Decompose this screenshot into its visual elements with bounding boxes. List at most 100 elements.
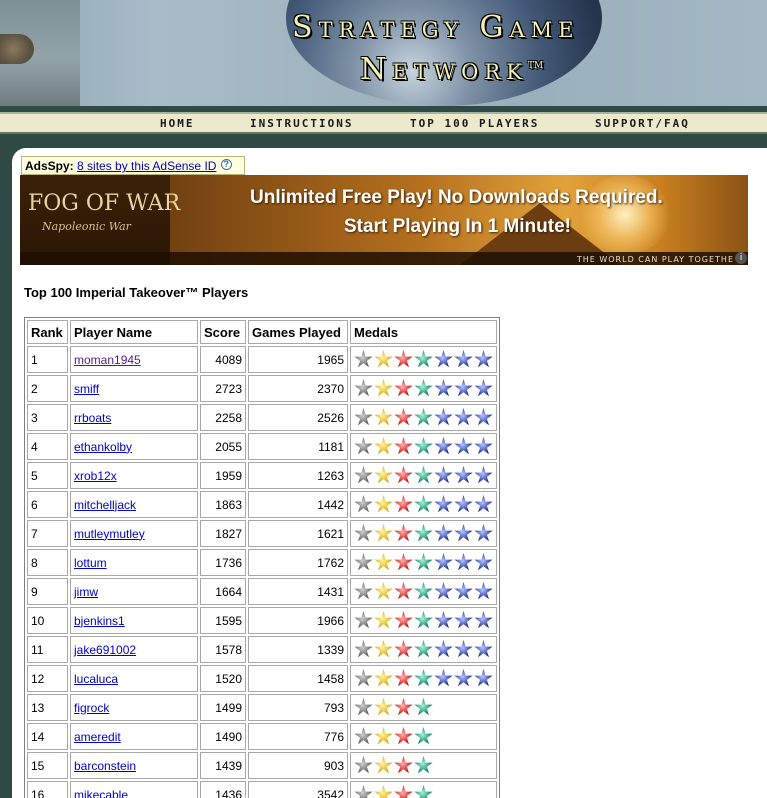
rank-cell: 6 xyxy=(27,491,68,518)
table-row: 2 smiff 2723 2370 xyxy=(27,375,497,402)
green-star-medal-icon xyxy=(414,408,433,426)
blue-star-medal-icon xyxy=(454,669,473,687)
blue-star-medal-icon xyxy=(454,437,473,455)
red-star-medal-icon xyxy=(394,350,413,368)
player-name-cell: rrboats xyxy=(70,404,198,431)
rank-cell: 16 xyxy=(27,781,68,798)
player-link[interactable]: mutleymutley xyxy=(74,527,145,541)
table-row: 16 mikecable 1436 3542 xyxy=(27,781,497,798)
games-played-cell: 1762 xyxy=(248,549,348,576)
blue-star-medal-icon xyxy=(434,669,453,687)
gray-star-medal-icon xyxy=(354,611,373,629)
score-cell: 1595 xyxy=(200,607,246,634)
games-played-cell: 1181 xyxy=(248,433,348,460)
blue-star-medal-icon xyxy=(474,379,493,397)
table-row: 1 moman1945 4089 1965 xyxy=(27,346,497,373)
player-link[interactable]: jake691002 xyxy=(74,643,136,657)
medals-cell xyxy=(350,636,497,663)
table-row: 7 mutleymutley 1827 1621 xyxy=(27,520,497,547)
gold-star-medal-icon xyxy=(374,698,393,716)
gold-star-medal-icon xyxy=(374,495,393,513)
games-played-cell: 776 xyxy=(248,723,348,750)
blue-star-medal-icon xyxy=(474,582,493,600)
games-played-cell: 1965 xyxy=(248,346,348,373)
blue-star-medal-icon xyxy=(434,466,453,484)
gray-star-medal-icon xyxy=(354,727,373,745)
player-link[interactable]: lucaluca xyxy=(74,672,118,686)
blue-star-medal-icon xyxy=(454,350,473,368)
green-star-medal-icon xyxy=(414,495,433,513)
player-link[interactable]: moman1945 xyxy=(74,353,141,367)
medal-list xyxy=(354,495,493,514)
banner-subheadline: Start Playing In 1 Minute! xyxy=(344,216,571,237)
medals-cell xyxy=(350,549,497,576)
player-name-cell: mitchelljack xyxy=(70,491,198,518)
rank-cell: 9 xyxy=(27,578,68,605)
green-star-medal-icon xyxy=(414,756,433,774)
table-row: 9 jimw 1664 1431 xyxy=(27,578,497,605)
site-title-line2: NetworkTM xyxy=(360,52,544,87)
green-star-medal-icon xyxy=(414,785,433,798)
score-cell: 1736 xyxy=(200,549,246,576)
blue-star-medal-icon xyxy=(474,524,493,542)
player-name-cell: jimw xyxy=(70,578,198,605)
gray-star-medal-icon xyxy=(354,756,373,774)
blue-star-medal-icon xyxy=(474,408,493,426)
player-link[interactable]: rrboats xyxy=(74,411,111,425)
rank-cell: 5 xyxy=(27,462,68,489)
blue-star-medal-icon xyxy=(474,553,493,571)
medal-list xyxy=(354,640,493,659)
green-star-medal-icon xyxy=(414,379,433,397)
rank-cell: 7 xyxy=(27,520,68,547)
adsspy-link[interactable]: 8 sites by this AdSense ID xyxy=(77,159,216,173)
gray-star-medal-icon xyxy=(354,495,373,513)
nav-support-faq[interactable]: Support/FAQ xyxy=(595,117,690,130)
blue-star-medal-icon xyxy=(434,524,453,542)
green-star-medal-icon xyxy=(414,611,433,629)
player-link[interactable]: lottum xyxy=(74,556,107,570)
info-icon[interactable]: i xyxy=(735,252,747,264)
games-played-cell: 1431 xyxy=(248,578,348,605)
nav-instructions[interactable]: Instructions xyxy=(250,117,353,130)
medals-cell xyxy=(350,781,497,798)
player-link[interactable]: figrock xyxy=(74,701,109,715)
blue-star-medal-icon xyxy=(454,582,473,600)
gray-star-medal-icon xyxy=(354,437,373,455)
medals-cell xyxy=(350,665,497,692)
blue-star-medal-icon xyxy=(474,437,493,455)
medals-cell xyxy=(350,752,497,779)
rank-cell: 12 xyxy=(27,665,68,692)
help-icon[interactable]: ? xyxy=(220,159,232,170)
rank-cell: 4 xyxy=(27,433,68,460)
player-link[interactable]: bjenkins1 xyxy=(74,614,125,628)
player-link[interactable]: ameredit xyxy=(74,730,121,744)
score-cell: 1959 xyxy=(200,462,246,489)
medals-cell xyxy=(350,694,497,721)
games-played-cell: 1966 xyxy=(248,607,348,634)
nav-home[interactable]: Home xyxy=(160,117,195,130)
banner-tagline: The world can play togethe xyxy=(576,255,734,264)
player-link[interactable]: barconstein xyxy=(74,759,136,773)
gold-star-medal-icon xyxy=(374,756,393,774)
player-link[interactable]: xrob12x xyxy=(74,469,117,483)
ad-banner[interactable]: FOG OF WAR Napoleonic War Unlimited Free… xyxy=(20,175,748,265)
score-cell: 1578 xyxy=(200,636,246,663)
blue-star-medal-icon xyxy=(434,611,453,629)
rank-cell: 2 xyxy=(27,375,68,402)
player-link[interactable]: mitchelljack xyxy=(74,498,136,512)
red-star-medal-icon xyxy=(394,698,413,716)
player-link[interactable]: smiff xyxy=(74,382,99,396)
player-link[interactable]: ethankolby xyxy=(74,440,132,454)
blue-star-medal-icon xyxy=(474,495,493,513)
gold-star-medal-icon xyxy=(374,553,393,571)
gray-star-medal-icon xyxy=(354,350,373,368)
gold-star-medal-icon xyxy=(374,727,393,745)
nav-top-100-players[interactable]: Top 100 Players xyxy=(410,117,539,130)
player-link[interactable]: jimw xyxy=(74,585,98,599)
gray-star-medal-icon xyxy=(354,408,373,426)
player-link[interactable]: mikecable xyxy=(74,788,128,798)
blue-star-medal-icon xyxy=(434,350,453,368)
gray-star-medal-icon xyxy=(354,379,373,397)
player-name-cell: mutleymutley xyxy=(70,520,198,547)
col-medals: Medals xyxy=(350,320,497,344)
